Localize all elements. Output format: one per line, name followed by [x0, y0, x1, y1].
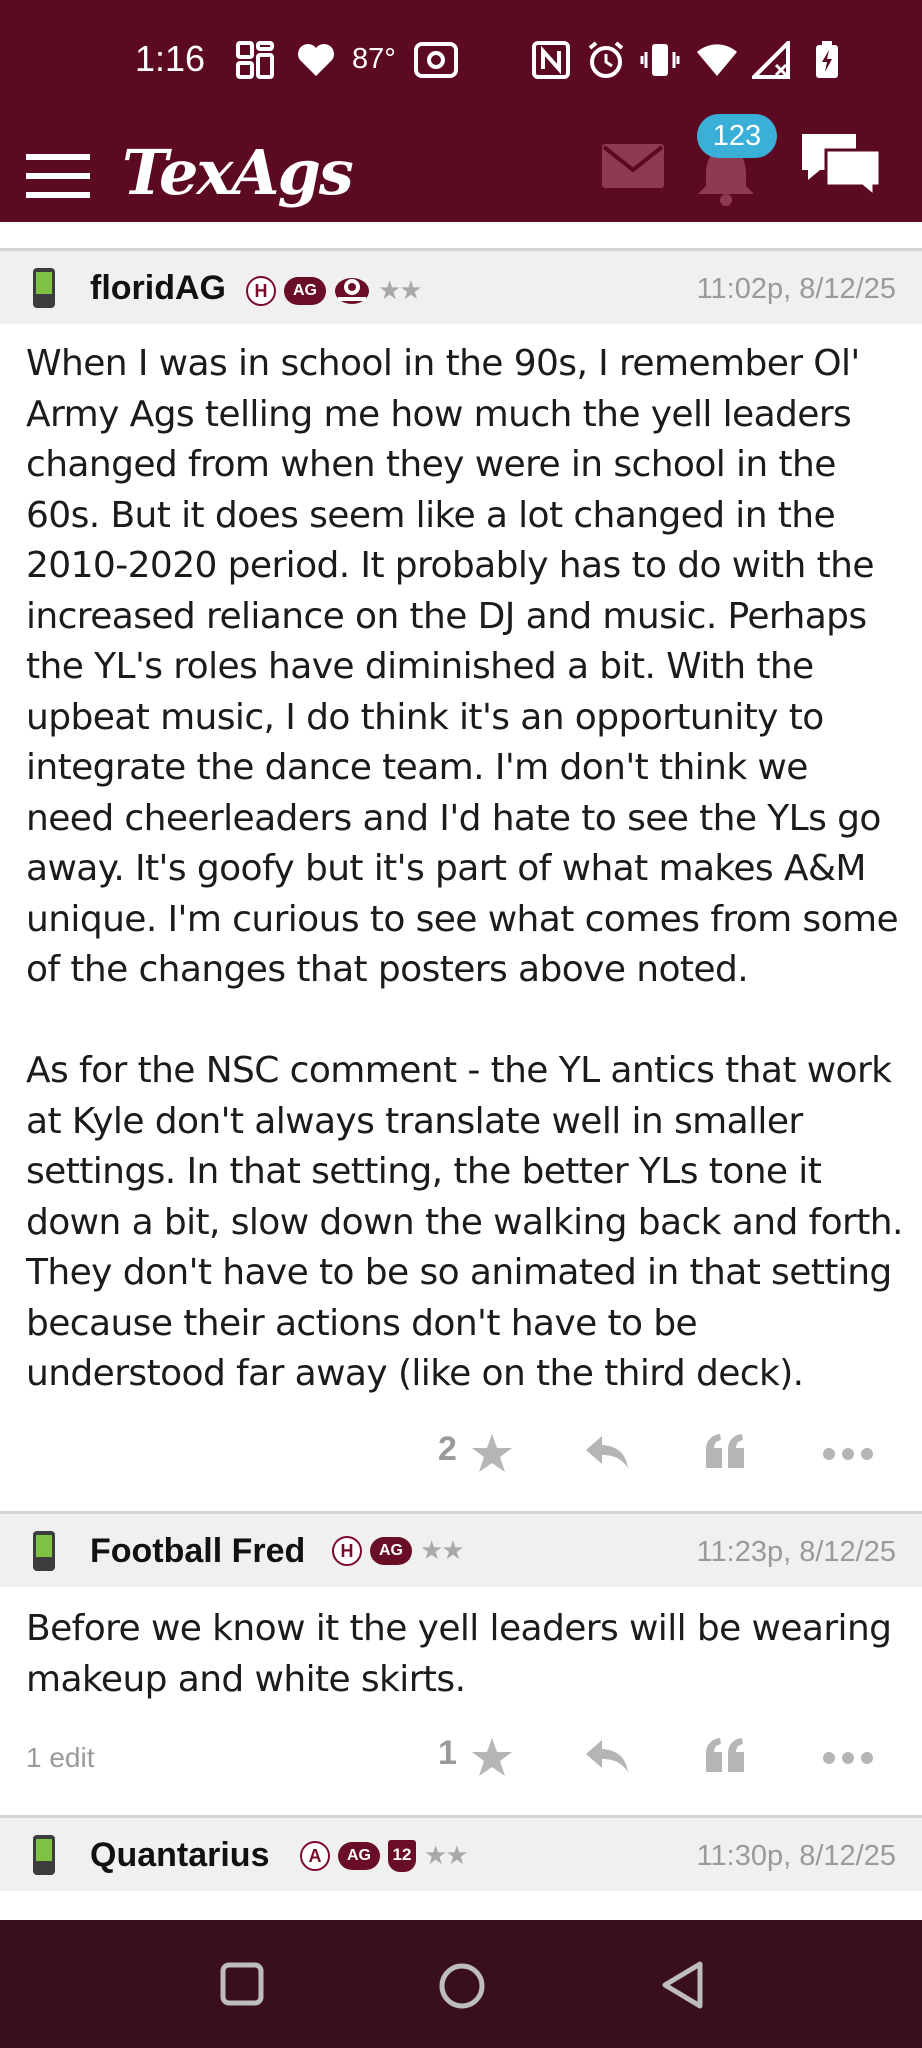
post-body: Before we know it the yell leaders will …: [26, 1608, 903, 1700]
battery-icon: [814, 40, 840, 80]
reply-icon[interactable]: [584, 1736, 630, 1780]
back-triangle-icon[interactable]: [660, 1960, 706, 2014]
reply-icon[interactable]: [584, 1432, 630, 1476]
mobile-phone-icon: [32, 267, 56, 313]
member-stars: ★★: [424, 1841, 469, 1871]
edit-count[interactable]: 1 edit: [26, 1742, 95, 1774]
star-icon[interactable]: [470, 1432, 514, 1478]
twelfth-man-badge: 12: [388, 1840, 416, 1872]
vibrate-icon: [640, 40, 680, 80]
mobile-phone-icon: [32, 1834, 56, 1880]
post-username[interactable]: Quantarius: [90, 1836, 269, 1875]
mobile-phone-icon: [32, 1530, 56, 1576]
status-time: 1:16: [135, 38, 206, 79]
signal-icon: [752, 40, 792, 80]
post-timestamp[interactable]: 11:30p, 8/12/25: [697, 1840, 896, 1873]
h-badge: H: [246, 276, 276, 306]
member-stars: ★★: [378, 276, 423, 306]
home-circle-icon[interactable]: [438, 1962, 486, 2014]
user-badges: H AG ★★: [332, 1536, 465, 1566]
more-options-icon[interactable]: [822, 1750, 874, 1769]
mail-icon[interactable]: [602, 144, 664, 192]
post-actions: 2: [0, 1424, 922, 1484]
alarm-icon: [586, 40, 626, 80]
status-bar: 1:16 87°: [0, 0, 922, 124]
post-header: floridAG H AG ★★ 11:02p, 8/12/25: [0, 248, 922, 324]
hamburger-menu-icon[interactable]: [26, 154, 90, 202]
post-body: When I was in school in the 90s, I remem…: [26, 343, 903, 1394]
star-count: 1: [438, 1734, 457, 1772]
post-header: Quantarius A AG 12 ★★ 11:30p, 8/12/25: [0, 1815, 922, 1891]
h-badge: H: [332, 1536, 362, 1566]
nfc-icon: [532, 40, 570, 80]
heart-icon: [296, 40, 336, 80]
ag-badge: AG: [338, 1842, 380, 1870]
post-username[interactable]: floridAG: [90, 269, 226, 308]
chat-icon[interactable]: [798, 130, 884, 206]
quote-icon[interactable]: [704, 1432, 746, 1474]
grid-app-icon: [236, 40, 274, 80]
notification-count-badge[interactable]: 123: [697, 114, 777, 158]
member-stars: ★★: [420, 1536, 465, 1566]
post-header: Football Fred H AG ★★ 11:23p, 8/12/25: [0, 1511, 922, 1587]
user-badges: A AG 12 ★★: [300, 1840, 469, 1872]
a-badge: A: [300, 1841, 330, 1871]
star-count: 2: [438, 1430, 457, 1468]
star-icon[interactable]: [470, 1736, 514, 1782]
weather-temperature: 87°: [352, 43, 396, 75]
more-options-icon[interactable]: [822, 1446, 874, 1465]
post-username[interactable]: Football Fred: [90, 1532, 305, 1571]
ag-badge: AG: [370, 1537, 412, 1565]
app-logo[interactable]: TexAgs: [122, 124, 354, 222]
user-badges: H AG ★★: [246, 273, 423, 309]
post-actions: 1 edit 1: [0, 1728, 922, 1788]
system-navigation-bar: [0, 1920, 922, 2048]
post-timestamp[interactable]: 11:02p, 8/12/25: [697, 273, 896, 306]
quote-icon[interactable]: [704, 1736, 746, 1778]
camera-icon: [414, 40, 458, 80]
ag-badge: AG: [284, 277, 326, 305]
post-timestamp[interactable]: 11:23p, 8/12/25: [697, 1536, 896, 1569]
app-header: TexAgs: [0, 124, 922, 222]
recents-square-icon[interactable]: [220, 1962, 264, 2010]
mascot-emblem-icon: [334, 273, 370, 309]
wifi-icon: [696, 40, 738, 80]
